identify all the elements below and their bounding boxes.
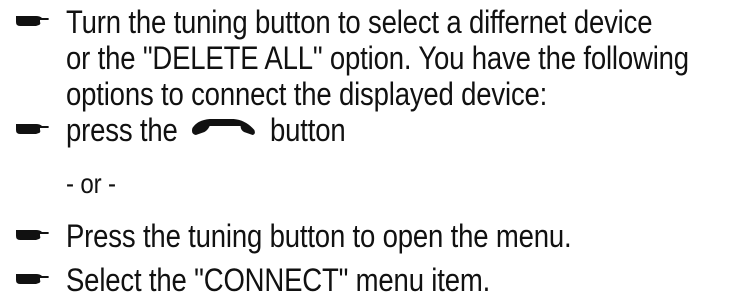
- step-4: Select the "CONNECT" menu item.: [66, 262, 491, 298]
- pointing-hand-icon: [14, 226, 50, 244]
- pointing-hand-icon: [14, 12, 50, 30]
- step-3: Press the tuning button to open the menu…: [66, 218, 572, 254]
- step-2: press the button: [66, 112, 346, 151]
- step-2-prefix: press the: [66, 112, 178, 148]
- instruction-document: Turn the tuning button to select a diffe…: [0, 0, 745, 300]
- pointing-hand-icon: [14, 120, 50, 138]
- phone-handset-icon: [189, 115, 258, 151]
- step-1-line-3: options to connect the displayed device:: [66, 76, 548, 112]
- step-1-line-1: Turn the tuning button to select a diffe…: [66, 4, 653, 40]
- or-separator: - or -: [66, 168, 116, 199]
- step-2-suffix: button: [270, 112, 346, 148]
- pointing-hand-icon: [14, 270, 50, 288]
- step-1-line-2: or the "DELETE ALL" option. You have the…: [66, 40, 689, 76]
